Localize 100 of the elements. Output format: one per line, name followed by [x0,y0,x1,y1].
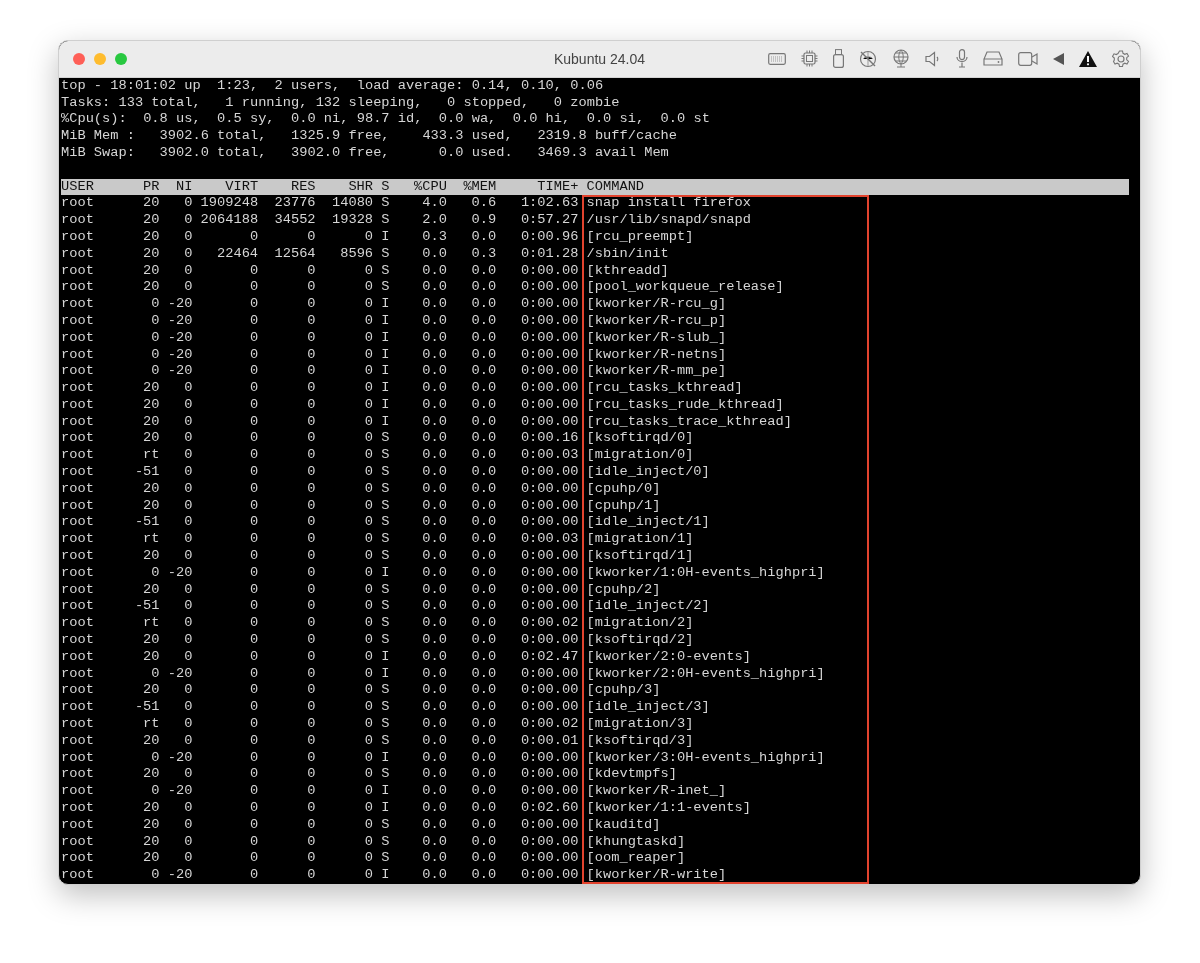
table-cell-text: root [61,833,95,851]
table-cell-text: root [61,615,95,633]
table-cell: [ksoftirqd/0] [586,430,694,448]
table-cell-text: 0 [306,430,316,448]
table-cell-text: I [380,346,390,364]
table-cell-text: 20 [142,396,160,414]
table-cell: [rcu_tasks_trace_kthread] [586,413,792,431]
table-cell: [ksoftirqd/3] [586,732,694,750]
table-cell-text: 0 [306,598,316,616]
table-cell-text: 0 [363,447,374,465]
table-cell-text: 0.0 [421,296,447,313]
globe-icon[interactable] [892,49,910,69]
table-cell-text: I [380,228,390,246]
table-cell-text: -51 [133,598,160,616]
table-cell-text: 0 [183,716,193,733]
table-cell-text: 0 [183,262,193,280]
table-cell-text: root [61,632,95,649]
table-cell-text: root [61,245,95,263]
table-cell-text: 0 [306,329,316,347]
microphone-icon[interactable] [956,49,968,69]
table-cell-text: 0 [363,296,374,313]
table-cell-text: 0 [183,800,193,817]
table-cell-text: 0.0 [470,682,497,700]
table-cell: [kworker/R-slub_] [586,329,727,347]
table-cell-text: 0 [363,312,374,330]
table-cell-text: root [61,430,95,448]
usb-drive-icon[interactable] [833,49,844,69]
table-cell-text: 0 [183,396,193,414]
table-cell-text: 0.0 [421,833,447,851]
table-cell-text: 0 [363,279,374,297]
table-cell-text: S [380,850,390,868]
table-cell-text: 0 [363,632,374,649]
table-cell-text: 0.0 [421,766,447,784]
table-cell-text: 0 [306,867,316,884]
table-cell-text: 0 [306,346,316,364]
table-cell-text: 0.0 [470,396,497,414]
table-cell-text: S [380,480,390,498]
table-cell-text: 0.0 [421,262,447,280]
table-cell-text: root [61,716,95,733]
table-cell-text: S [380,464,390,481]
table-cell: [idle_inject/2] [586,598,710,616]
chip-icon[interactable] [801,50,818,68]
table-cell: [kworker/R-mm_pe] [586,363,727,381]
table-cell-text: 14080 [331,195,374,213]
table-cell-text: root [61,480,95,498]
table-cell-text: rt [142,716,160,733]
table-cell-text: 0 [248,682,259,700]
table-cell-text: 0 [306,228,316,246]
table-cell-text: 0:01.28 [519,245,579,263]
table-cell-text: 0 [248,262,259,280]
speaker-icon[interactable] [925,50,941,67]
table-cell-text: 0 [363,413,374,431]
video-camera-icon[interactable] [1018,51,1038,66]
table-cell-text: I [380,867,390,884]
table-cell-text: 0 [363,497,374,515]
table-cell-text: 0.0 [470,480,497,498]
table-cell-text: 20 [142,262,160,280]
table-cell-text: 0 [248,816,259,834]
table-cell-text: 0 [306,413,316,431]
table-cell-text: 0 [306,766,316,784]
table-cell-text: 0 [306,514,316,532]
table-cell-text: root [61,598,95,616]
table-cell-text: 0 [248,850,259,868]
table-cell-text: 20 [142,548,160,565]
table-cell-text: 0 [363,548,374,565]
table-cell-text: 0:00.00 [519,464,579,481]
table-cell-text: 0.0 [421,245,447,263]
table-cell-text: 0 [248,766,259,784]
table-cell-text: 0.0 [421,480,447,498]
table-cell: [cpuhp/2] [586,581,661,599]
column-header: %CPU [413,178,447,196]
table-cell-text: 2.0 [421,212,447,229]
table-cell-text: 20 [142,648,160,666]
table-cell-text: 0 [306,262,316,280]
table-cell-text: 20 [142,480,160,498]
table-cell-text: 20 [142,497,160,515]
table-cell-text: 0 [306,665,316,683]
table-cell-text: 0:00.00 [519,514,579,532]
keyboard-icon[interactable] [768,52,786,65]
table-cell-text: root [61,850,95,868]
hard-drive-icon[interactable] [983,51,1003,67]
column-header: RES [289,178,316,196]
table-cell-text: root [61,732,95,750]
triangle-left-icon[interactable] [1053,52,1064,65]
table-cell-text: 0.0 [470,766,497,784]
table-cell-text: 0:00.01 [519,732,579,750]
table-cell-text: 0:00.96 [519,228,579,246]
close-button[interactable] [73,52,85,65]
table-cell-text: 0.0 [470,716,497,733]
table-cell: [rcu_tasks_rude_kthread] [586,396,784,414]
table-cell-text: root [61,800,95,817]
settings-icon[interactable] [1112,49,1130,68]
table-cell-text: 0 [306,296,316,313]
table-cell-text: 0:00.00 [519,833,579,851]
table-cell-text: 0.0 [470,833,497,851]
table-cell-text: 0 [248,430,259,448]
table-cell-text: 0.0 [470,581,497,599]
warning-icon[interactable] [1079,50,1097,67]
table-cell: [kworker/2:0-events] [586,648,751,666]
table-cell-text: 0.0 [470,430,497,448]
